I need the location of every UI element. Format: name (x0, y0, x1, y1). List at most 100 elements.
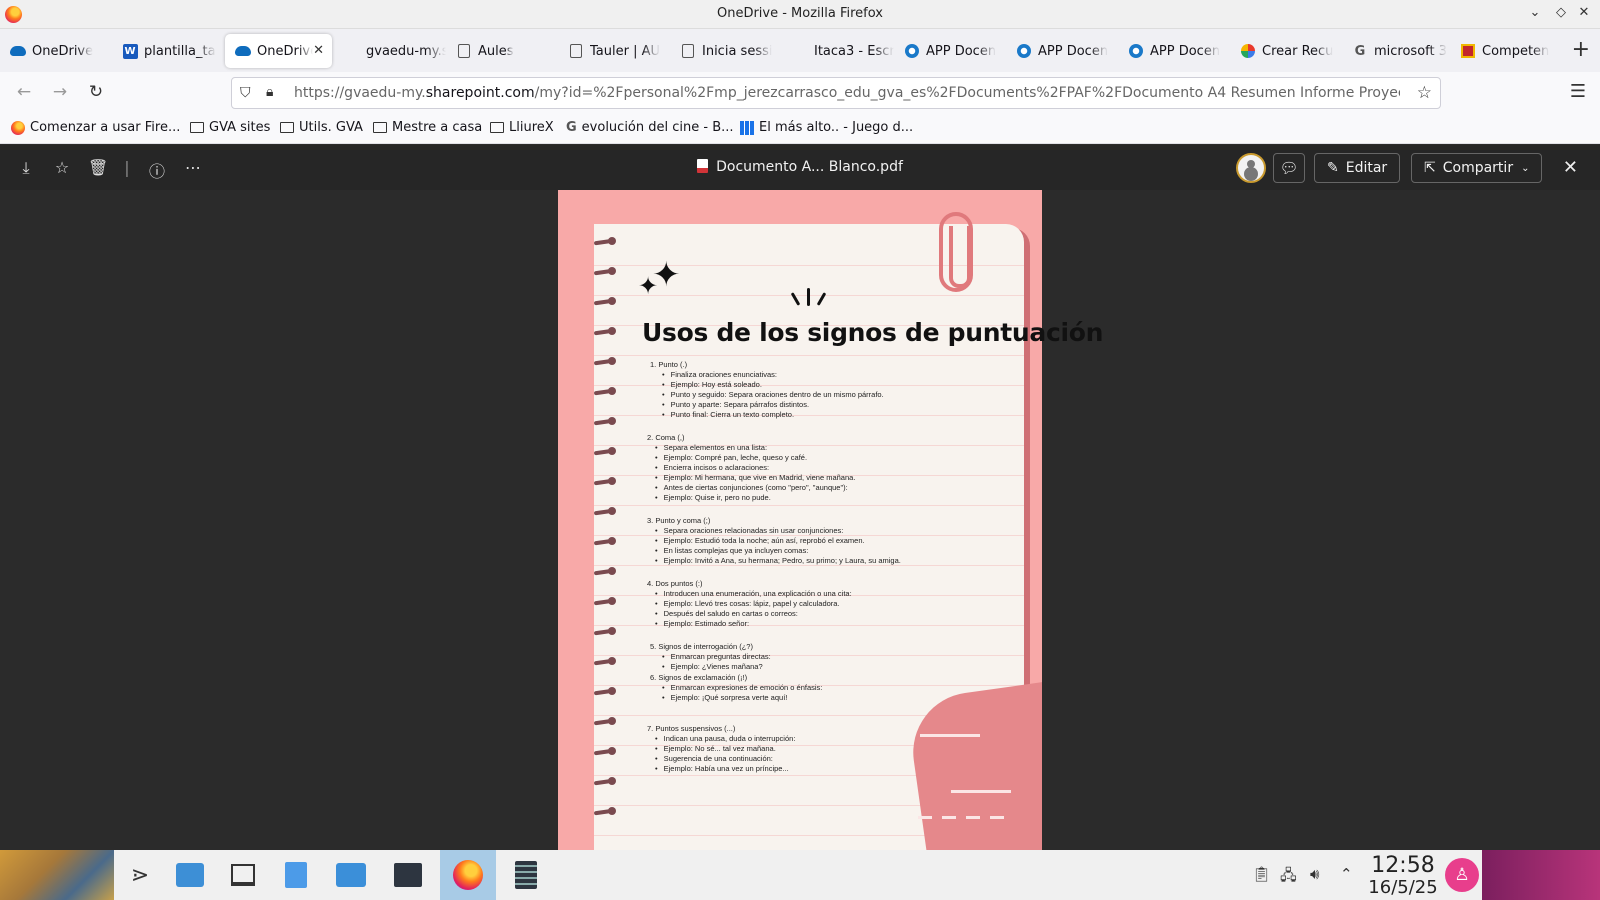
window-titlebar: OneDrive - Mozilla Firefox ⌄ ◇ ✕ (0, 0, 1600, 29)
list-item: Ejemplo: Había una vez un príncipe... (655, 764, 1028, 774)
chevron-up-icon[interactable]: ⌃ (1340, 865, 1353, 883)
list-item: Sugerencia de una continuación: (655, 754, 1028, 764)
folder-icon (190, 122, 204, 133)
list-item: Antes de ciertas conjunciones (como "per… (655, 483, 1028, 493)
section-heading: 6. Signos de exclamación (¡!) (650, 673, 748, 682)
forward-icon[interactable]: → (49, 82, 71, 102)
list-item: Separa oraciones relacionadas sin usar c… (655, 526, 1028, 536)
url-bar[interactable]: ⛉ 🔒︎ https://gvaedu-my.sharepoint.com/my… (231, 77, 1441, 109)
pencil-icon: ✎ (1327, 160, 1339, 176)
firefox-taskbar-icon[interactable] (440, 850, 496, 900)
bookmark-comenzar[interactable]: Comenzar a usar Fire... (11, 120, 180, 135)
section-punto: 1. Punto (.) Finaliza oraciones enunciat… (648, 360, 1028, 420)
section-exclamacion: 6. Signos de exclamación (¡!) Enmarcan e… (648, 673, 1028, 703)
bookmark-label: Utils. GVA (299, 120, 363, 135)
tab-inicia-sessio[interactable]: Inicia sessi (670, 34, 782, 68)
tab-app-docent-1[interactable]: APP Docen (894, 34, 1006, 68)
tab-label: Crear Recu (1262, 43, 1334, 59)
user-avatar[interactable] (1236, 153, 1266, 183)
tab-app-docent-2[interactable]: APP Docen (1006, 34, 1118, 68)
decorative-line (918, 816, 1013, 819)
minimize-icon[interactable]: ⌄ (1526, 5, 1544, 20)
tab-gvaedu[interactable]: gvaedu-my.sh (334, 34, 446, 68)
section-punto-y-coma: 3. Punto y coma (;) Separa oraciones rel… (645, 516, 1028, 566)
tab-tauler[interactable]: Tauler | AU (558, 34, 670, 68)
bookmark-lliurex[interactable]: LliureX (490, 120, 554, 135)
close-tab-icon[interactable]: ✕ (313, 43, 324, 58)
tracking-shield-icon[interactable]: ⛉ (240, 85, 251, 101)
tab-onedrive[interactable]: OneDrive (0, 34, 112, 68)
pdf-file-icon (697, 159, 709, 173)
text-editor-icon[interactable] (278, 857, 314, 893)
comment-icon[interactable]: 💬︎ (1273, 153, 1305, 183)
section-interrogacion: 5. Signos de interrogación (¿?) Enmarcan… (648, 642, 1028, 672)
bookmark-label: evolución del cine - B... (581, 120, 734, 135)
bookmark-el-mas-alto[interactable]: El más alto.. - Juego d... (740, 120, 913, 135)
tab-label: APP Docen (926, 43, 997, 59)
file-manager-icon[interactable] (333, 857, 369, 893)
tab-plantilla[interactable]: W plantilla_ta (112, 34, 224, 68)
section-heading: 7. Puntos suspensivos (...) (647, 724, 736, 733)
new-tab-icon[interactable]: + (1572, 37, 1590, 62)
bookmark-star-icon[interactable]: ☆ (1417, 83, 1432, 103)
menu-hamburger-icon[interactable]: ☰ (1570, 81, 1586, 102)
bookmark-evolucion-cine[interactable]: G evolución del cine - B... (566, 120, 734, 135)
app-launcher-icon[interactable]: ⋗ (122, 857, 158, 893)
bookmark-label: El más alto.. - Juego d... (759, 120, 914, 135)
google-icon: G (1354, 43, 1366, 59)
back-icon[interactable]: ← (13, 82, 35, 102)
list-item: Punto y seguido: Separa oraciones dentro… (662, 390, 1028, 400)
section-heading: 1. Punto (.) (650, 360, 688, 369)
document-name-label: Documento A... Blanco.pdf (716, 159, 903, 175)
firefox-icon (11, 120, 25, 135)
list-item: Punto final: Cierra un texto completo. (662, 410, 1028, 420)
list-item: Ejemplo: Quise ir, pero no pude. (655, 493, 1028, 503)
tab-crear-recurs[interactable]: Crear Recu (1230, 34, 1342, 68)
list-item: Ejemplo: ¿Vienes mañana? (662, 662, 1028, 672)
tab-app-docent-3[interactable]: APP Docen (1118, 34, 1230, 68)
url-text[interactable]: https://gvaedu-my.sharepoint.com/my?id=%… (294, 85, 1400, 101)
sparkle-icon: ✦ (638, 272, 659, 300)
section-puntos-suspensivos: 7. Puntos suspensivos (...) Indican una … (645, 724, 1028, 774)
window-title: OneDrive - Mozilla Firefox (716, 6, 884, 21)
close-window-icon[interactable]: ✕ (1575, 5, 1593, 20)
clock[interactable]: 12:58 16/5/25 (1368, 854, 1438, 898)
network-icon[interactable]: 🖧 (1280, 865, 1297, 890)
edit-button[interactable]: ✎ Editar (1314, 153, 1401, 183)
share-button[interactable]: ⇱ Compartir ⌄ (1411, 153, 1543, 183)
gear-icon (904, 43, 920, 59)
user-session-icon[interactable]: ♙ (1445, 858, 1479, 892)
discover-store-icon[interactable] (172, 857, 208, 893)
gear-icon (1016, 43, 1032, 59)
list-item: Indican una pausa, duda o interrupción: (655, 734, 1028, 744)
tab-itaca3[interactable]: Itaca3 - Escrito (782, 34, 894, 68)
tab-competencia[interactable]: Competen (1450, 34, 1562, 68)
document-icon (680, 43, 696, 59)
onedrive-cloud-icon (235, 43, 251, 59)
bookmark-gva-sites[interactable]: GVA sites (190, 120, 270, 135)
bookmark-utils-gva[interactable]: Utils. GVA (280, 120, 363, 135)
calculator-icon[interactable] (508, 857, 544, 893)
desktop-icon[interactable] (225, 857, 261, 893)
bookmark-mestre-a-casa[interactable]: Mestre a casa (373, 120, 482, 135)
bookmarks-toolbar: Comenzar a usar Fire... GVA sites Utils.… (0, 114, 1600, 144)
spiral-binding (580, 237, 620, 838)
close-viewer-icon[interactable]: ✕ (1563, 157, 1578, 178)
tab-label: plantilla_ta (144, 43, 216, 59)
tab-label: Itaca3 - Escrito (814, 43, 894, 59)
list-item: Punto y aparte: Separa párrafos distinto… (662, 400, 1028, 410)
list-item: Ejemplo: Mi hermana, que vive en Madrid,… (655, 473, 1028, 483)
wallpaper-strip (0, 850, 114, 900)
system-settings-icon[interactable] (390, 857, 426, 893)
list-item: Ejemplo: Hoy está soleado. (662, 380, 1028, 390)
lock-icon[interactable]: 🔒︎ (266, 84, 273, 100)
tab-onedrive-active[interactable]: OneDrive ✕ (225, 34, 332, 68)
maximize-icon[interactable]: ◇ (1552, 5, 1570, 20)
tab-aules[interactable]: Aules (446, 34, 558, 68)
reload-icon[interactable]: ↻ (85, 82, 107, 102)
tab-microsoft[interactable]: G microsoft 3 (1342, 34, 1454, 68)
volume-icon[interactable]: 🔊︎ (1310, 865, 1319, 883)
list-item: Introducen una enumeración, una explicac… (655, 589, 1028, 599)
clipboard-icon[interactable]: 📋︎ (1252, 865, 1271, 883)
list-item: Finaliza oraciones enunciativas: (662, 370, 1028, 380)
